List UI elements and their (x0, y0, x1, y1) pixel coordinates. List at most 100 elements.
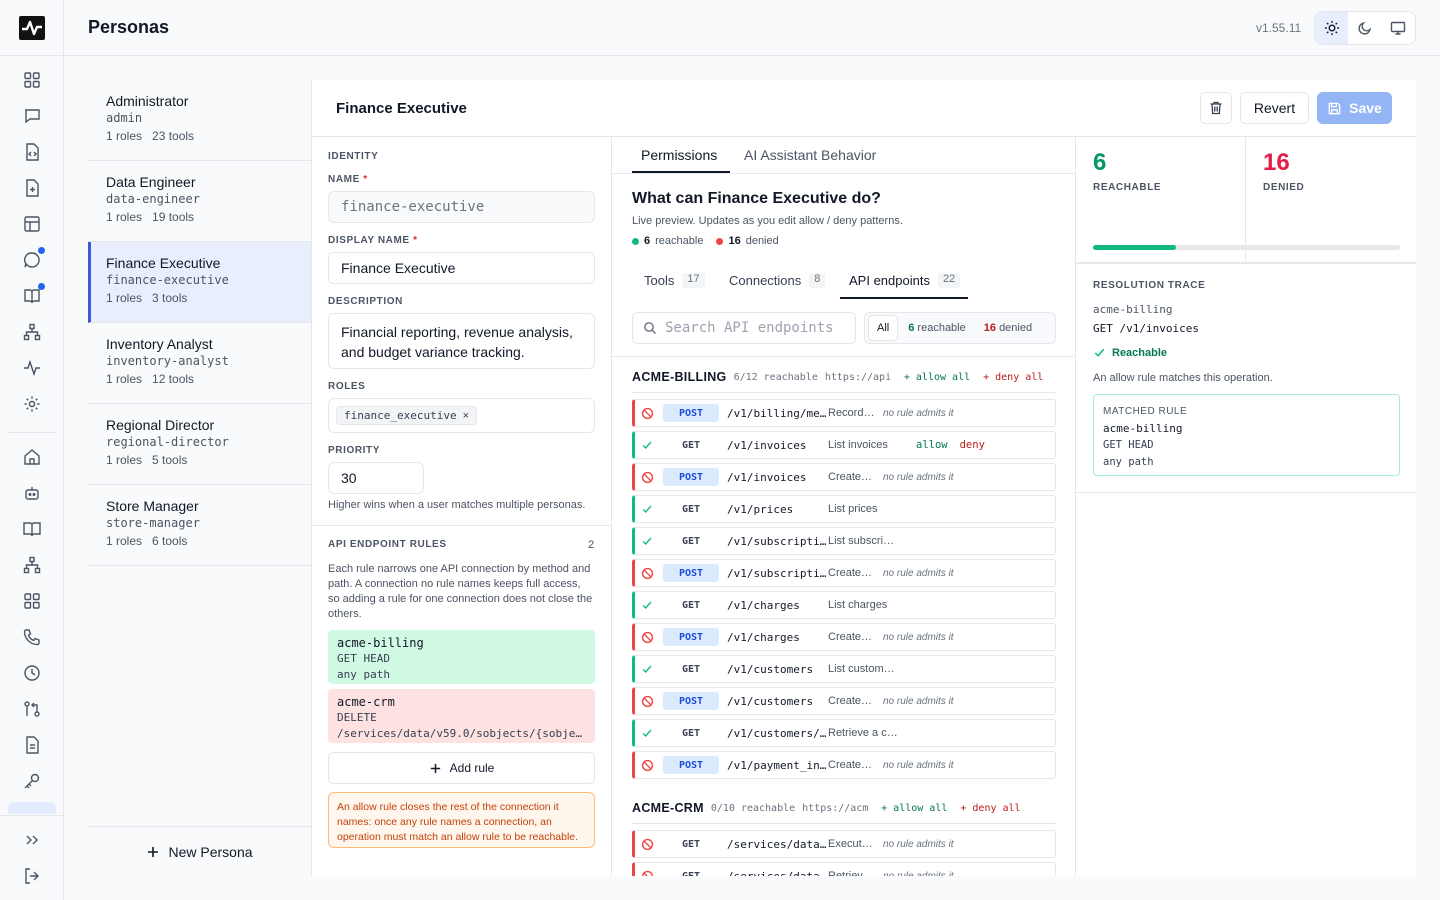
trash-icon (1210, 101, 1222, 115)
rule-card-acme-billing[interactable]: acme-billing GET HEAD any path (328, 630, 595, 684)
tab-permissions[interactable]: Permissions (641, 147, 717, 163)
apps-icon[interactable] (22, 591, 42, 611)
open-book-icon[interactable] (22, 519, 42, 539)
document-icon[interactable] (22, 735, 42, 755)
file-plus-icon[interactable] (22, 178, 42, 198)
display-name-field[interactable]: Finance Executive (328, 252, 595, 284)
no-rule-note: no rule admits it (883, 631, 954, 643)
persona-tools: 23 tools (152, 129, 195, 143)
rule-card-acme-crm[interactable]: acme-crm DELETE /services/data/v59.0/sob… (328, 689, 595, 743)
endpoint-row[interactable]: GET/services/data/v59.0Execut… no rule ad… (632, 830, 1056, 858)
endpoint-search-input[interactable]: Search API endpoints (632, 312, 856, 344)
endpoint-row[interactable]: GET/v1/invoices List invoices allow deny (632, 431, 1056, 459)
priority-label: PRIORITY (328, 445, 381, 456)
endpoint-row[interactable]: POST/v1/invoices Create… no rule admits it (632, 463, 1056, 491)
persona-item-administrator[interactable]: Administrator admin 1 roles 23 tools (88, 80, 311, 161)
endpoint-description: List charges (828, 599, 888, 611)
subtab-connections[interactable]: Connections 8 (729, 273, 826, 288)
message-notification-icon[interactable] (22, 247, 45, 270)
trace-explanation: An allow rule matches this operation. (1093, 372, 1273, 384)
persona-editor: Finance Executive Revert Save IDENTITY N… (312, 80, 1416, 876)
endpoint-row[interactable]: GET/services/data/v59.0/sobjectsRetriev…… (632, 862, 1056, 876)
reachable-progress-fill (1093, 245, 1176, 250)
chat-icon[interactable] (22, 106, 42, 126)
filter-denied[interactable]: 16 denied (984, 322, 1032, 334)
persona-item-finance-executive[interactable]: Finance Executive finance-executive 1 ro… (88, 242, 311, 323)
plus-icon (148, 846, 159, 857)
phone-icon[interactable] (22, 627, 42, 647)
endpoint-row[interactable]: POST/v1/customers Create… no rule admits i… (632, 687, 1056, 715)
git-compare-icon[interactable] (22, 699, 42, 719)
group-count: 6/12 reachable (733, 371, 818, 383)
hierarchy-icon[interactable] (22, 322, 42, 342)
name-field[interactable]: finance-executive (328, 191, 595, 223)
save-button[interactable]: Save (1317, 92, 1392, 124)
expand-chevrons-icon[interactable] (22, 830, 42, 850)
key-icon[interactable] (22, 771, 42, 791)
file-code-icon[interactable] (22, 142, 42, 162)
table-icon[interactable] (22, 214, 42, 234)
grid-icon[interactable] (22, 70, 42, 90)
rules-description: Each rule narrows one API connection by … (328, 563, 593, 620)
clock-icon[interactable] (22, 663, 42, 683)
book-notification-icon[interactable] (22, 283, 45, 306)
description-field[interactable]: Financial reporting, revenue analysis, a… (328, 313, 595, 369)
persona-item-data-engineer[interactable]: Data Engineer data-engineer 1 roles 19 to… (88, 161, 311, 242)
revert-button[interactable]: Revert (1240, 92, 1309, 124)
endpoint-row[interactable]: GET/v1/customers/{customer}Retrieve a c… (632, 719, 1056, 747)
endpoint-row[interactable]: GET/v1/charges List charges (632, 591, 1056, 619)
endpoint-row[interactable]: GET/v1/prices List prices (632, 495, 1056, 523)
theme-switcher (1314, 11, 1416, 45)
required-mark: * (363, 174, 368, 185)
endpoint-description: Create… (828, 631, 873, 643)
save-icon (1328, 102, 1341, 114)
endpoint-description: List subscri… (828, 535, 895, 547)
rule-connection: acme-crm (337, 695, 395, 709)
endpoint-description: Retrieve a c… (828, 727, 898, 739)
endpoint-row[interactable]: POST/v1/charges Create… no rule admits it (632, 623, 1056, 651)
trace-result: Reachable (1093, 346, 1167, 359)
filter-all[interactable]: All (868, 315, 899, 341)
reachable-progress-bar (1093, 245, 1400, 250)
endpoint-path: /v1/invoices (727, 438, 807, 452)
roles-field[interactable]: finance_executive × (328, 398, 595, 433)
endpoint-description: Create… (828, 567, 873, 579)
tab-ai-assistant-behavior[interactable]: AI Assistant Behavior (744, 147, 876, 163)
activity-icon[interactable] (22, 358, 42, 378)
persona-name: Finance Executive (106, 255, 221, 271)
endpoint-row[interactable]: POST/v1/subscriptionsCreate… no rule admi… (632, 559, 1056, 587)
network-icon[interactable] (22, 555, 42, 575)
allow-all-button[interactable]: + allow all (881, 803, 947, 814)
deny-action[interactable]: deny (960, 439, 985, 451)
persona-item-store-manager[interactable]: Store Manager store-manager 1 roles 6 too… (88, 485, 311, 566)
filter-reachable[interactable]: 6 reachable (908, 322, 966, 334)
endpoint-row[interactable]: GET/v1/subscriptionsList subscri… (632, 527, 1056, 555)
delete-button[interactable] (1200, 92, 1232, 124)
name-value: finance-executive (341, 199, 485, 215)
endpoint-row[interactable]: GET/v1/customers List custom… (632, 655, 1056, 683)
reachable-word: reachable (655, 235, 704, 247)
priority-field[interactable]: 30 (328, 462, 424, 494)
deny-all-button[interactable]: + deny all (983, 372, 1043, 383)
persona-item-inventory-analyst[interactable]: Inventory Analyst inventory-analyst 1 ro… (88, 323, 311, 404)
new-persona-button[interactable]: New Persona (88, 826, 311, 876)
app-logo-icon[interactable] (19, 16, 45, 40)
allow-action[interactable]: allow (916, 439, 948, 451)
subtab-api-endpoints[interactable]: API endpoints 22 (849, 273, 961, 288)
search-icon (644, 322, 656, 334)
remove-role-icon[interactable]: × (463, 410, 469, 422)
bot-icon[interactable] (22, 483, 42, 503)
logout-icon[interactable] (22, 866, 42, 886)
allow-all-button[interactable]: + allow all (904, 372, 970, 383)
endpoint-row[interactable]: POST/v1/payment_intentsCreate… no rule ad… (632, 751, 1056, 779)
sun-icon[interactable] (1315, 12, 1349, 44)
moon-icon[interactable] (1348, 12, 1381, 44)
subtab-tools[interactable]: Tools 17 (644, 273, 705, 288)
add-rule-button[interactable]: Add rule (328, 752, 595, 784)
monitor-icon[interactable] (1382, 12, 1415, 44)
persona-item-regional-director[interactable]: Regional Director regional-director 1 ro… (88, 404, 311, 485)
endpoint-row[interactable]: POST/v1/billing/meter_eventsRecord… no ru… (632, 399, 1056, 427)
home-icon[interactable] (22, 447, 42, 467)
settings-icon[interactable] (22, 394, 42, 414)
deny-all-button[interactable]: + deny all (960, 803, 1020, 814)
